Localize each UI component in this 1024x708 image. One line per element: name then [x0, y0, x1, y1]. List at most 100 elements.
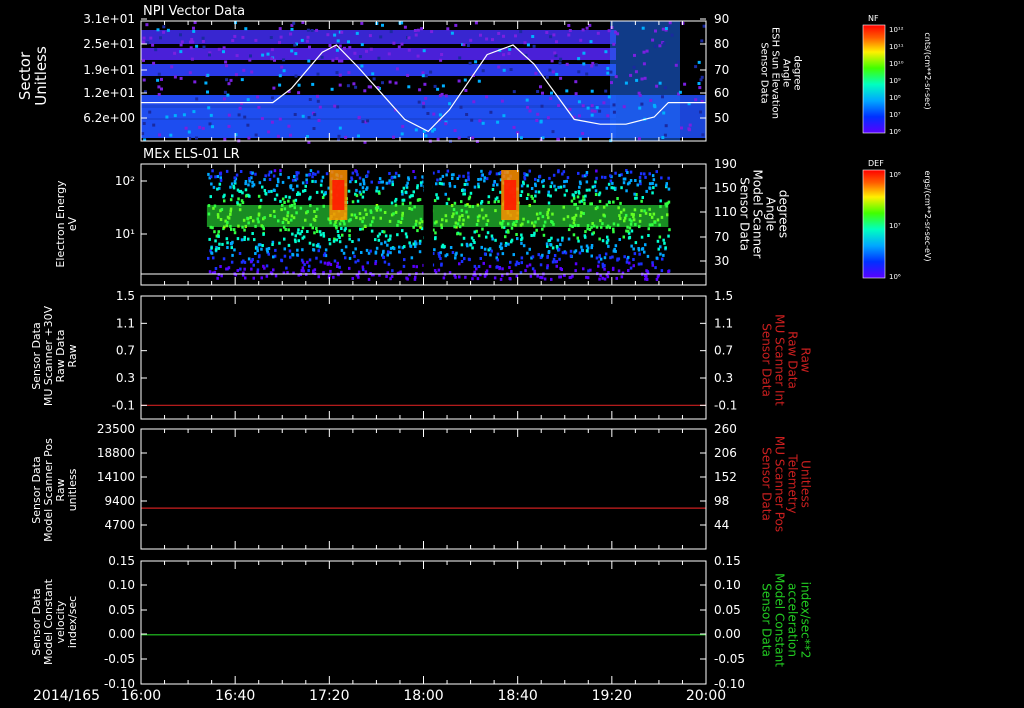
heatmap-cell	[512, 125, 516, 129]
heatmap-cell	[641, 26, 645, 30]
spectrogram-cell	[547, 190, 550, 194]
spectrogram-cell	[442, 276, 446, 280]
spectrogram-cell	[257, 255, 261, 259]
spectrogram-cell	[314, 180, 317, 184]
right-y-tick-label: 1.5	[714, 289, 733, 303]
spectrogram-cell	[236, 188, 240, 192]
spectrogram-cell	[208, 270, 212, 274]
spectrogram-cell	[601, 175, 604, 179]
heatmap-cell	[179, 50, 183, 54]
y-tick-label: 0.10	[108, 578, 135, 592]
heatmap-cell	[661, 95, 664, 99]
spectrogram-cell	[362, 190, 365, 194]
spectrogram-cell	[387, 250, 390, 254]
spectrogram-cell	[597, 260, 601, 264]
spectrogram-cell	[403, 258, 406, 262]
heatmap-cell	[400, 42, 404, 46]
spectrogram-cell	[401, 229, 404, 233]
spectrogram-cell	[614, 171, 617, 175]
heatmap-cell	[551, 130, 555, 134]
y-axis-label-line: Raw	[66, 344, 79, 367]
spectrogram-cell	[353, 254, 356, 258]
heatmap-cell	[192, 110, 196, 114]
spectrogram-cell	[533, 199, 536, 203]
spectrogram-cell	[458, 275, 461, 279]
right-axis-label: Sensor Data MU Scanner Int Raw Data Raw	[760, 314, 813, 406]
heatmap-cell	[318, 105, 322, 109]
heatmap-cell	[478, 119, 482, 123]
heatmap-cell	[654, 29, 657, 33]
right-y-tick-label: -0.1	[714, 398, 737, 412]
spectrogram-cell	[247, 183, 250, 187]
heatmap-cell	[414, 33, 418, 37]
heatmap-cell	[496, 120, 500, 124]
spectrogram-cell	[529, 274, 533, 278]
heatmap-cell	[438, 113, 442, 117]
right-y-tick-label: 60	[714, 86, 729, 100]
spectrogram-cell	[301, 248, 304, 252]
spectrogram-cell	[598, 277, 601, 281]
spectrogram-cell	[333, 259, 337, 263]
heatmap-cell	[333, 104, 337, 108]
spectrogram-cell	[603, 277, 607, 281]
spectrogram-cell	[305, 173, 308, 177]
spectrogram-cell	[477, 178, 480, 181]
spectrogram-cell	[526, 264, 529, 268]
spectrogram-cell	[433, 269, 437, 272]
spectrogram-cell	[534, 182, 537, 186]
heatmap-cell	[201, 126, 205, 130]
heatmap-cell	[306, 135, 309, 138]
heatmap-cell	[292, 21, 296, 25]
heatmap-cell	[509, 68, 513, 71]
spectrogram-cell	[308, 172, 312, 176]
heatmap-cell	[313, 113, 317, 117]
heatmap-cell	[293, 113, 297, 116]
spectrogram-cell	[498, 267, 501, 271]
heatmap-cell	[208, 122, 212, 126]
spectrogram-cell	[416, 186, 419, 190]
spectrogram-cell	[302, 189, 305, 193]
spectrogram-cell	[479, 177, 483, 181]
heatmap-cell	[581, 28, 585, 32]
spectrogram-cell	[667, 234, 670, 238]
spectrogram-cell	[294, 240, 297, 244]
heatmap-cell	[352, 82, 356, 86]
spectrogram-cell	[471, 277, 474, 281]
heatmap-cell	[585, 72, 589, 76]
spectrogram-cell	[399, 270, 402, 274]
spectrogram-cell	[435, 182, 438, 186]
heatmap-cell	[558, 61, 562, 65]
spectrogram-cell	[659, 199, 662, 203]
spectrogram-cell	[483, 179, 486, 183]
spectrogram-cell	[604, 175, 607, 179]
spectrogram-cell	[634, 179, 637, 182]
spectrogram-cell	[308, 258, 312, 262]
heatmap-cell	[182, 113, 186, 117]
spectrogram-cell	[644, 175, 647, 179]
panel-5: 0.150.100.050.00-0.05-0.100.150.100.050.…	[104, 554, 745, 691]
spectrogram-cell	[559, 185, 563, 189]
y-axis-label: Electron Energy eV	[54, 180, 79, 268]
spectrogram-cell	[460, 253, 463, 257]
right-axis-label: Sensor Data MU Scanner Pos Telemetry Unitle…	[760, 436, 813, 532]
heatmap-cell	[590, 113, 594, 117]
heatmap-cell	[222, 50, 225, 54]
spectrogram-cell	[577, 190, 580, 194]
spectrogram-cell	[480, 201, 483, 205]
spectrogram-cell	[384, 240, 387, 244]
heatmap-cell	[579, 38, 583, 42]
heatmap-band	[141, 64, 616, 76]
right-y-tick-label: 50	[714, 111, 729, 125]
heatmap-cell	[338, 83, 342, 87]
spectrogram-cell	[537, 190, 541, 194]
heatmap-cell	[697, 82, 701, 85]
spectrogram-cell	[348, 237, 351, 241]
heatmap-cell	[227, 124, 231, 128]
spectrogram-cell	[632, 258, 635, 261]
heatmap-cell	[485, 95, 489, 99]
spectrogram-cell	[483, 247, 487, 251]
heatmap-cell	[192, 29, 196, 33]
heatmap-cell	[606, 66, 610, 70]
spectrogram-cell	[526, 173, 529, 177]
spectrogram-cell	[322, 253, 326, 257]
